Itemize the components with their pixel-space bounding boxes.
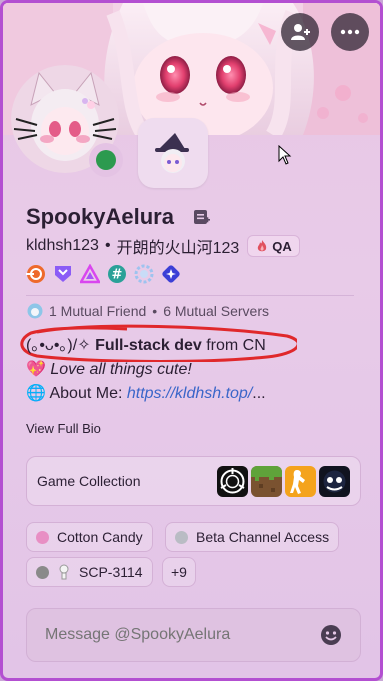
bio-origin: from CN [201, 337, 266, 354]
quest-icon[interactable] [161, 264, 181, 284]
mutual-separator: • [152, 303, 158, 319]
bio-role: Full-stack dev [95, 337, 202, 354]
guild-tag[interactable]: QA [247, 235, 300, 257]
badge-row: # [26, 264, 181, 284]
role-color-dot [175, 530, 188, 544]
message-box[interactable] [26, 608, 361, 662]
role-label: Beta Channel Access [196, 529, 330, 545]
witch-avatar-icon [155, 133, 189, 173]
username[interactable]: kldhsh123 [26, 237, 99, 255]
add-friend-button[interactable] [281, 13, 319, 51]
mutual-friends[interactable]: 1 Mutual Friend [49, 303, 146, 319]
avatar-decoration-preview[interactable] [138, 118, 208, 188]
game-collection-label: Game Collection [37, 473, 141, 489]
about-me-label: About Me: [49, 385, 127, 402]
role-color-dot [36, 565, 49, 579]
message-input[interactable] [45, 626, 320, 644]
profile-card: SpookyAelura kldhsh123 • 开朗的火山河123 QA # [0, 0, 383, 681]
early-dev-icon[interactable] [80, 264, 100, 284]
role-beta-channel-access[interactable]: Beta Channel Access [165, 522, 340, 552]
heart-icon: 💖 [26, 361, 46, 378]
online-status-icon [96, 150, 116, 170]
add-friend-icon [291, 24, 310, 40]
more-button[interactable] [331, 13, 369, 51]
handle-separator: • [104, 237, 111, 254]
guild-tag-label: QA [272, 238, 292, 254]
game-icon[interactable] [319, 465, 350, 497]
hashtag-icon[interactable]: # [107, 264, 127, 284]
bio-link[interactable]: https://kldhsh.top/ [127, 385, 252, 402]
hypesquad-icon[interactable] [26, 264, 46, 284]
mutual-info[interactable]: 1 Mutual Friend • 6 Mutual Servers [26, 303, 269, 319]
edit-note-icon[interactable] [193, 208, 211, 226]
role-cotton-candy[interactable]: Cotton Candy [26, 522, 153, 552]
online-status-indicator [89, 143, 123, 177]
bio-ellipsis: ... [252, 385, 266, 402]
role-label: SCP-3114 [79, 564, 143, 580]
svg-text:#: # [112, 268, 123, 283]
mutual-friend-avatar-icon [27, 303, 43, 319]
skeleton-icon [59, 564, 69, 580]
display-name: SpookyAelura [26, 204, 174, 229]
bio-line-2: 💖 Love all things cute! [26, 358, 366, 382]
role-color-dot [36, 530, 49, 544]
bio-line-1: (｡•ᴗ•｡)/✧ Full-stack dev from CN [26, 334, 366, 358]
role-label: Cotton Candy [57, 529, 143, 545]
globe-icon: 🌐 [26, 385, 46, 402]
game-collection[interactable]: Game Collection [26, 456, 361, 506]
mutual-servers[interactable]: 6 Mutual Servers [163, 303, 269, 319]
boost-icon[interactable] [134, 264, 154, 284]
bio-line-3: 🌐 About Me: https://kldhsh.top/... [26, 382, 366, 406]
counter-strike-icon[interactable] [285, 465, 316, 497]
view-full-bio-button[interactable]: View Full Bio [26, 421, 101, 436]
more-icon [340, 29, 360, 35]
mouse-cursor-icon [278, 145, 292, 165]
nitro-icon[interactable] [53, 264, 73, 284]
handle-row: kldhsh123 • 开朗的火山河123 QA [26, 234, 300, 258]
flame-icon [258, 240, 267, 252]
bio-section: (｡•ᴗ•｡)/✧ Full-stack dev from CN 💖 Love … [26, 334, 366, 406]
bio-kaomoji: (｡•ᴗ•｡)/✧ [26, 337, 96, 354]
minecraft-icon[interactable] [251, 465, 282, 497]
pronouns: 开朗的火山河123 [116, 240, 240, 257]
section-divider [26, 295, 354, 296]
scp-icon[interactable] [217, 465, 248, 497]
emoji-icon[interactable] [320, 624, 342, 646]
role-scp-3114[interactable]: SCP-3114 [26, 557, 153, 587]
more-roles-button[interactable]: +9 [162, 557, 196, 587]
bio-tagline: Love all things cute! [50, 361, 192, 378]
more-roles-count: +9 [171, 564, 187, 580]
